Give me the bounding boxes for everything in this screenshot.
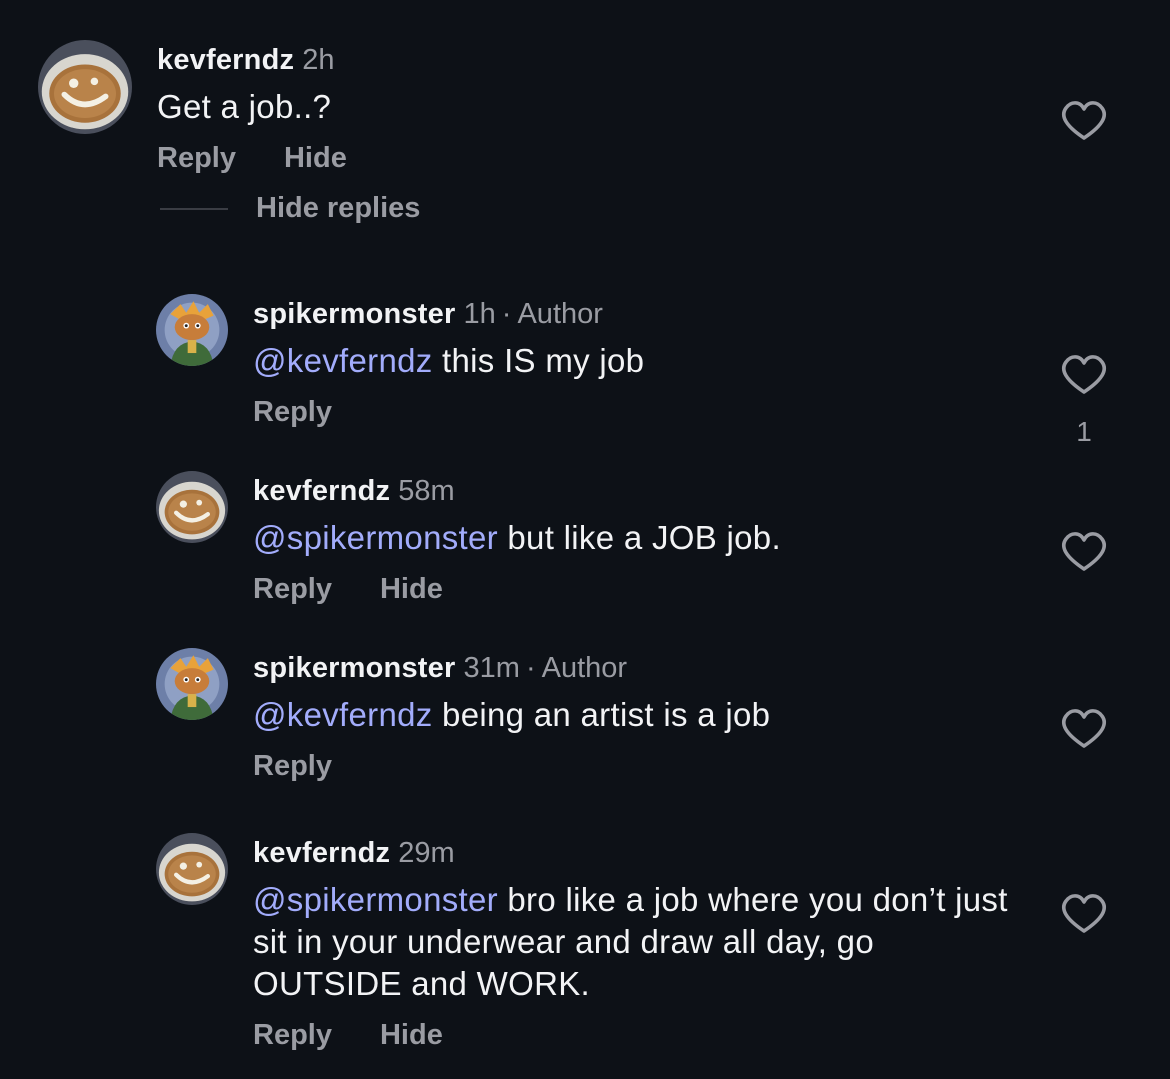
heart-icon [1061,101,1107,140]
avatar[interactable] [156,833,228,905]
author-badge: Author [541,652,628,684]
like-button[interactable] [1058,706,1110,752]
avatar[interactable] [38,40,132,134]
username[interactable]: spikermonster [253,298,455,330]
comment-text: @spikermonster but like a JOB job. [253,517,1020,559]
timestamp: 2h [302,44,335,76]
avatar[interactable] [156,294,228,366]
hide-button[interactable]: Hide [380,573,443,605]
timestamp: 29m [398,837,455,869]
hide-replies-button[interactable]: Hide replies [160,192,420,225]
heart-icon [1061,894,1107,933]
comment-text: @kevferndz being an artist is a job [253,694,1020,736]
username[interactable]: spikermonster [253,652,455,684]
hide-button[interactable]: Hide [380,1019,443,1051]
like-count: 1 [1076,416,1092,447]
divider-line [160,207,228,210]
comment-body: Get a job..? [157,88,332,125]
username[interactable]: kevferndz [157,44,294,76]
comment-body: being an artist is a job [442,696,771,733]
username[interactable]: kevferndz [253,837,390,869]
comment-text: Get a job..? [157,86,1020,128]
reply-button[interactable]: Reply [253,573,332,605]
heart-icon [1061,709,1107,748]
like-button[interactable]: 1 [1058,352,1110,448]
mention-link[interactable]: @kevferndz [253,342,433,379]
author-badge: Author [517,298,603,330]
mention-link[interactable]: @spikermonster [253,519,498,556]
username[interactable]: kevferndz [253,475,390,507]
hide-button[interactable]: Hide [284,142,347,174]
mention-link[interactable]: @kevferndz [253,696,433,733]
separator-dot: · [501,298,512,330]
mention-link[interactable]: @spikermonster [253,881,498,918]
comment-text: @spikermonster bro like a job where you … [253,879,1020,1005]
reply-button[interactable]: Reply [253,1019,332,1051]
comment-text: @kevferndz this IS my job [253,340,1020,382]
like-button[interactable] [1058,98,1110,144]
reply-button[interactable]: Reply [253,396,332,428]
comment-body: but like a JOB job. [507,519,781,556]
timestamp: 31m [463,652,520,684]
hide-replies-label: Hide replies [256,192,421,224]
like-button[interactable] [1058,529,1110,575]
heart-icon [1061,532,1107,571]
separator-dot: · [525,652,536,684]
avatar[interactable] [156,648,228,720]
like-button[interactable] [1058,891,1110,937]
comment-body: this IS my job [442,342,645,379]
avatar[interactable] [156,471,228,543]
timestamp: 1h [463,298,496,330]
reply-button[interactable]: Reply [253,750,332,782]
heart-icon [1061,355,1107,394]
timestamp: 58m [398,475,455,507]
reply-button[interactable]: Reply [157,142,236,174]
